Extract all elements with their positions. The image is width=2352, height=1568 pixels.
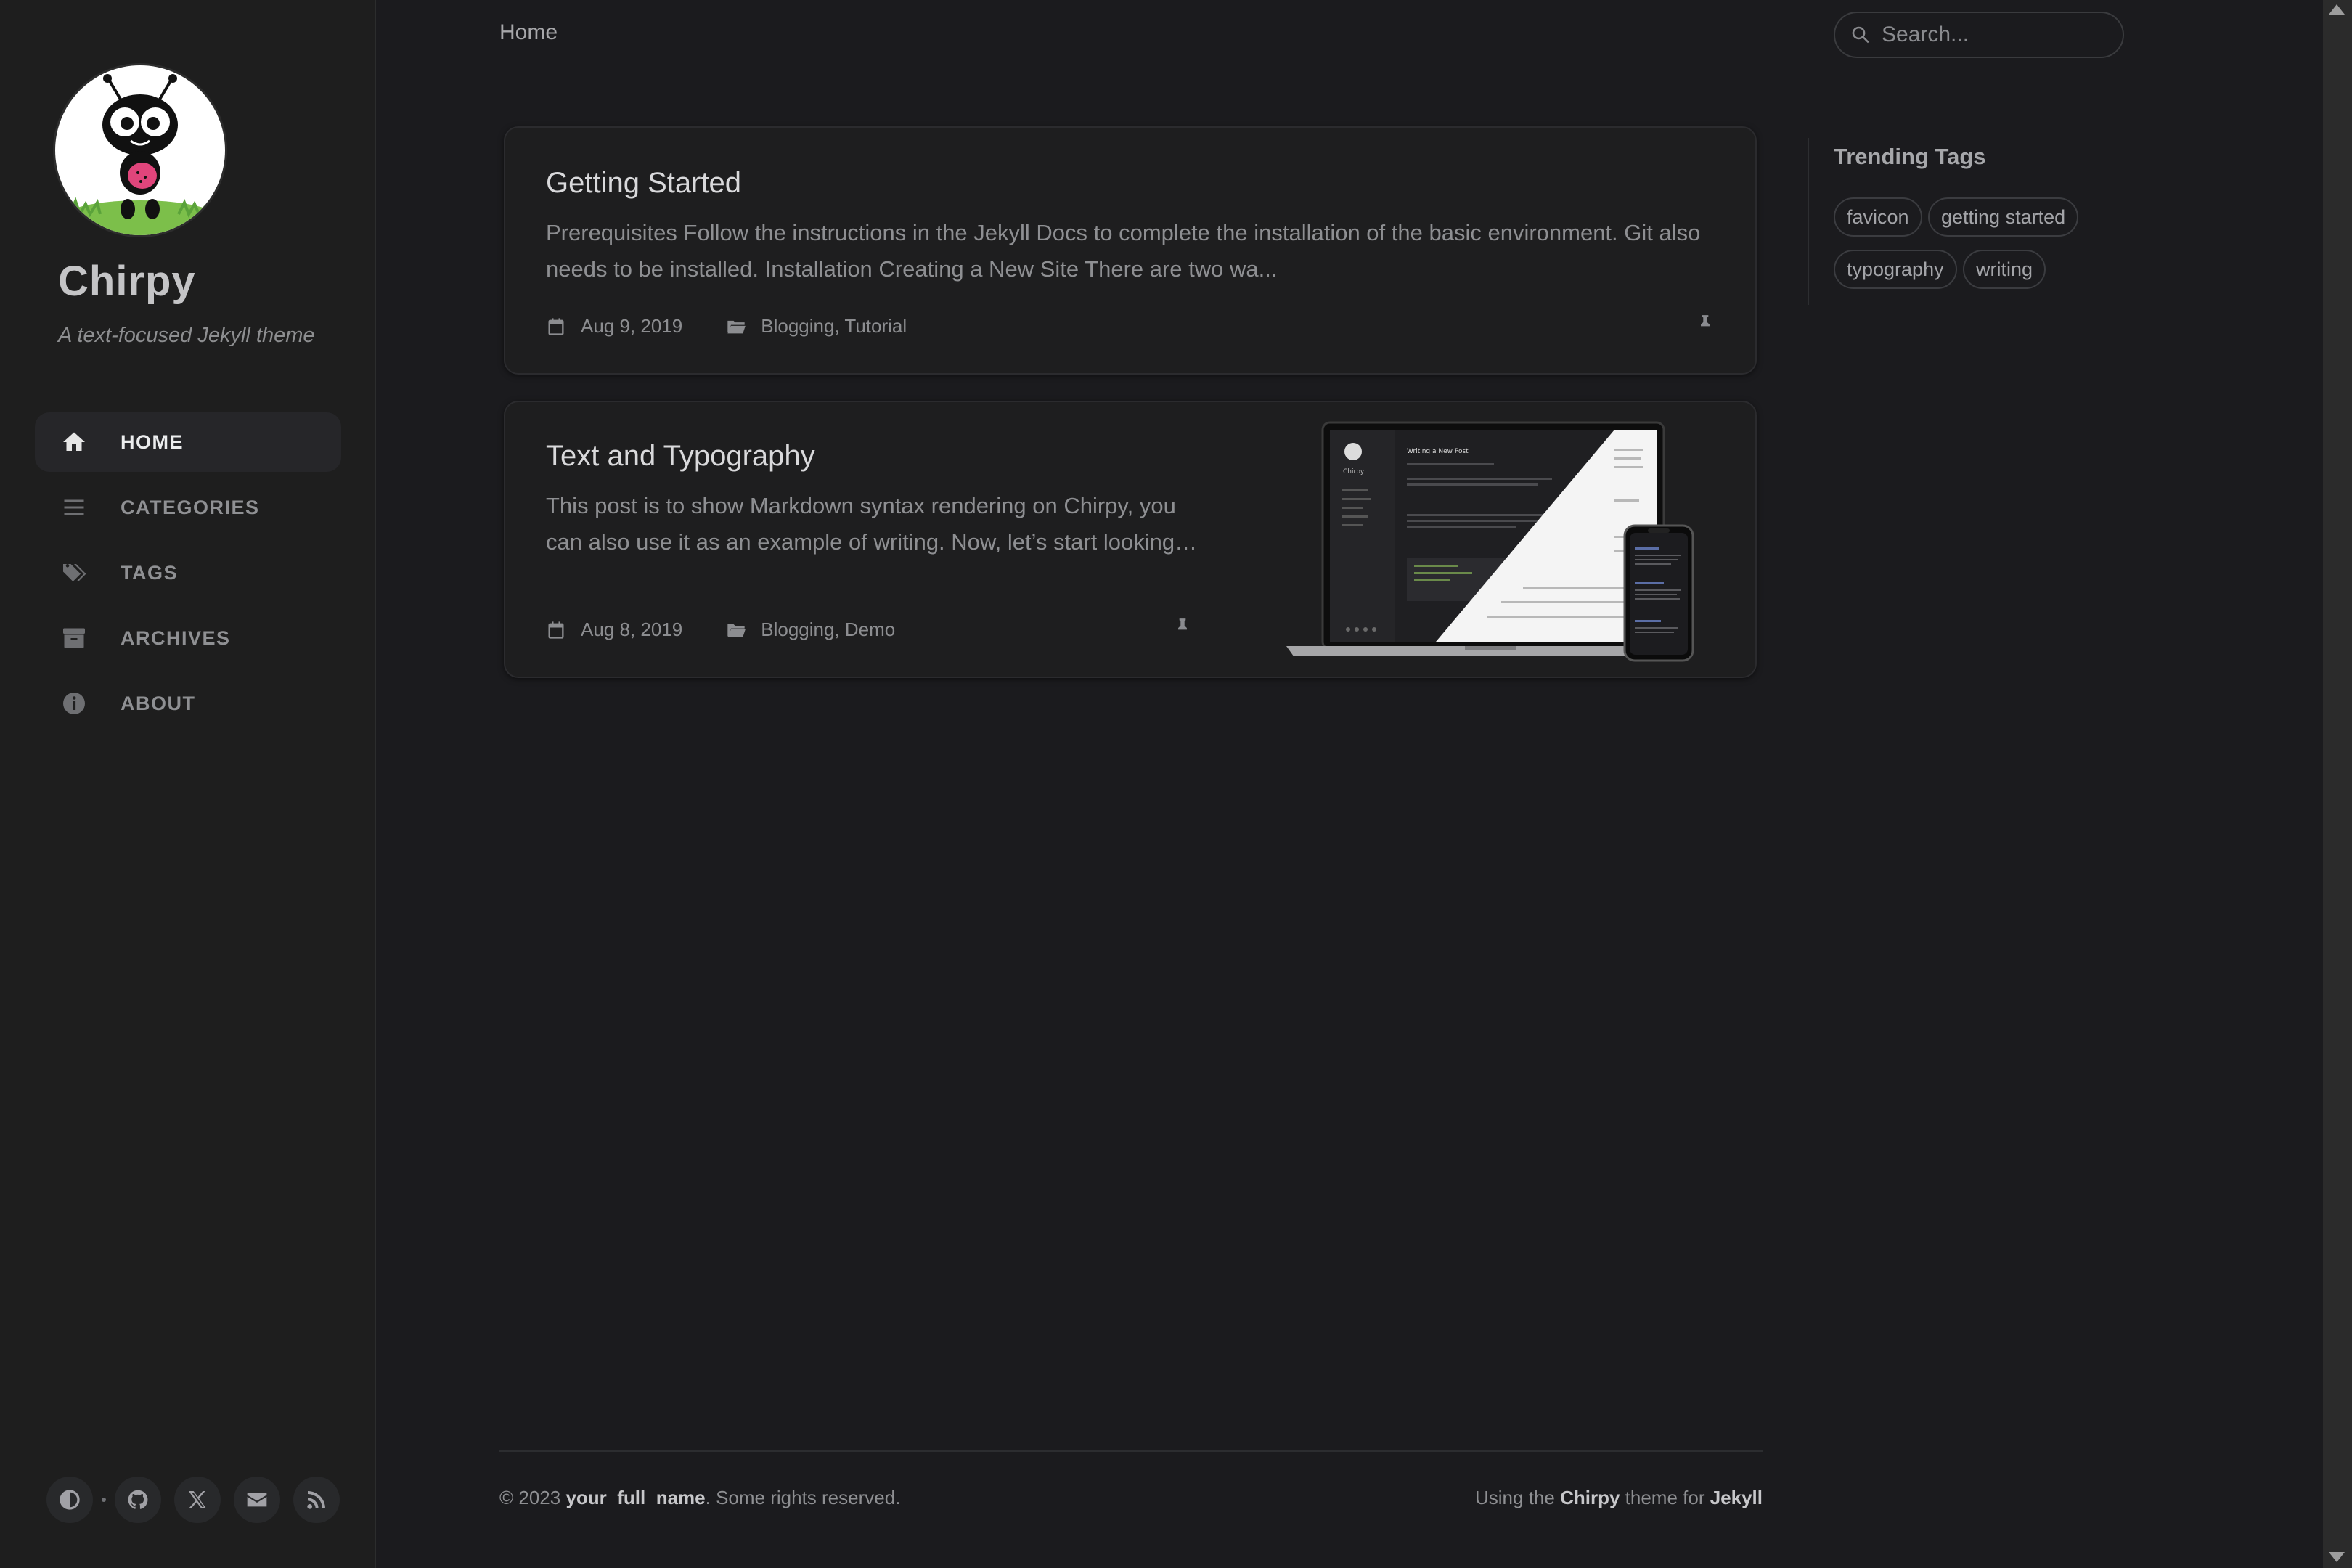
nav-item-tags[interactable]: TAGS: [35, 543, 341, 603]
tag-chip[interactable]: favicon: [1834, 197, 1922, 237]
nav-item-categories[interactable]: CATEGORIES: [35, 478, 341, 537]
list-icon: [60, 493, 89, 522]
post-title[interactable]: Text and Typography: [546, 440, 815, 473]
jekyll-link[interactable]: Jekyll: [1710, 1487, 1763, 1508]
post-card[interactable]: Getting Started Prerequisites Follow the…: [504, 126, 1757, 375]
archive-icon: [60, 624, 89, 653]
tag-chip[interactable]: writing: [1963, 250, 2046, 289]
info-icon: [60, 689, 89, 718]
calendar-icon: [548, 317, 564, 335]
mockup-post-title: Writing a New Post: [1407, 448, 1469, 455]
theme-toggle-icon: [60, 1490, 80, 1510]
mockup-site-title: Chirpy: [1343, 468, 1365, 475]
using-text: Using the: [1475, 1487, 1561, 1508]
post-date: Aug 8, 2019: [581, 618, 683, 640]
post-excerpt-line: Prerequisites Follow the instructions in…: [546, 220, 1701, 245]
folder-icon: [727, 320, 746, 333]
post-meta: Aug 8, 2019 Blogging, Demo: [546, 618, 895, 641]
site-title[interactable]: Chirpy: [58, 257, 196, 306]
author-link[interactable]: your_full_name: [565, 1487, 705, 1508]
pin-icon: [1696, 314, 1715, 336]
post-excerpt: This post is to show Markdown syntax ren…: [546, 488, 1197, 560]
rss-icon: [307, 1491, 325, 1509]
pin-icon: [1173, 617, 1192, 640]
nav-item-home[interactable]: HOME: [35, 412, 341, 472]
rss-link[interactable]: [293, 1477, 340, 1523]
post-preview-image[interactable]: Chirpy Writing a New Post: [1283, 420, 1712, 666]
trending-tags-panel: Trending Tags favicon getting started ty…: [1808, 138, 2186, 305]
scroll-down-arrow-icon[interactable]: [2329, 1552, 2345, 1562]
nav-label: ABOUT: [121, 692, 196, 714]
calendar-icon: [548, 621, 564, 639]
devices-mockup-image: Chirpy Writing a New Post: [1286, 421, 1694, 662]
scrollbar[interactable]: [2323, 0, 2352, 1568]
post-card[interactable]: Text and Typography This post is to show…: [504, 401, 1757, 678]
scroll-up-arrow-icon[interactable]: [2329, 4, 2345, 15]
sidebar-bottom-links: [46, 1477, 353, 1523]
sidebar: Chirpy A text-focused Jekyll theme HOME …: [0, 0, 376, 1568]
avatar[interactable]: [55, 65, 225, 235]
github-link[interactable]: [115, 1477, 161, 1523]
search-box[interactable]: [1834, 12, 2124, 58]
post-categories[interactable]: Blogging, Tutorial: [761, 315, 907, 338]
email-link[interactable]: [234, 1477, 280, 1523]
ant-mascot-image: [60, 74, 220, 235]
tag-chip[interactable]: getting started: [1928, 197, 2079, 237]
home-icon: [60, 428, 89, 457]
footer-divider: [499, 1450, 1763, 1452]
search-input[interactable]: [1880, 22, 2115, 48]
footer-credits: Using the Chirpy theme for Jekyll: [1475, 1487, 1763, 1509]
breadcrumb: Home: [499, 20, 558, 44]
nav-label: HOME: [121, 430, 184, 453]
tag-chip[interactable]: typography: [1834, 250, 1957, 289]
search-icon: [1852, 26, 1869, 44]
theme-toggle-button[interactable]: [46, 1477, 93, 1523]
folder-icon: [727, 624, 746, 637]
rights-text: . Some rights reserved.: [705, 1487, 901, 1508]
github-icon: [128, 1490, 148, 1509]
x-twitter-link[interactable]: [174, 1477, 221, 1523]
theme-link[interactable]: Chirpy: [1560, 1487, 1620, 1508]
nav-label: CATEGORIES: [121, 496, 260, 518]
post-excerpt: Prerequisites Follow the instructions in…: [546, 215, 1700, 287]
trending-tags-title: Trending Tags: [1834, 144, 1986, 169]
post-date: Aug 9, 2019: [581, 315, 683, 337]
site-subtitle: A text-focused Jekyll theme: [58, 324, 315, 347]
post-excerpt-line: can also use it as an example of writing…: [546, 529, 1198, 555]
nav-label: TAGS: [121, 561, 178, 584]
email-icon: [247, 1493, 267, 1507]
post-excerpt-line: needs to be installed. Installation Crea…: [546, 256, 1278, 282]
nav-item-archives[interactable]: ARCHIVES: [35, 608, 341, 668]
x-twitter-icon: [189, 1491, 206, 1508]
post-excerpt-line: This post is to show Markdown syntax ren…: [546, 493, 1176, 518]
sidebar-nav: HOME CATEGORIES TAGS ARCHIVES ABOUT: [35, 412, 341, 739]
copyright-prefix: © 2023: [499, 1487, 566, 1508]
post-title[interactable]: Getting Started: [546, 167, 741, 200]
separator-dot: [102, 1498, 106, 1502]
post-meta: Aug 9, 2019 Blogging, Tutorial: [546, 315, 907, 338]
tags-icon: [60, 558, 89, 587]
post-categories[interactable]: Blogging, Demo: [761, 618, 895, 641]
nav-label: ARCHIVES: [121, 626, 231, 649]
nav-item-about[interactable]: ABOUT: [35, 674, 341, 733]
footer-copyright: © 2023 your_full_name. Some rights reser…: [499, 1487, 900, 1509]
theme-for-text: theme for: [1620, 1487, 1710, 1508]
